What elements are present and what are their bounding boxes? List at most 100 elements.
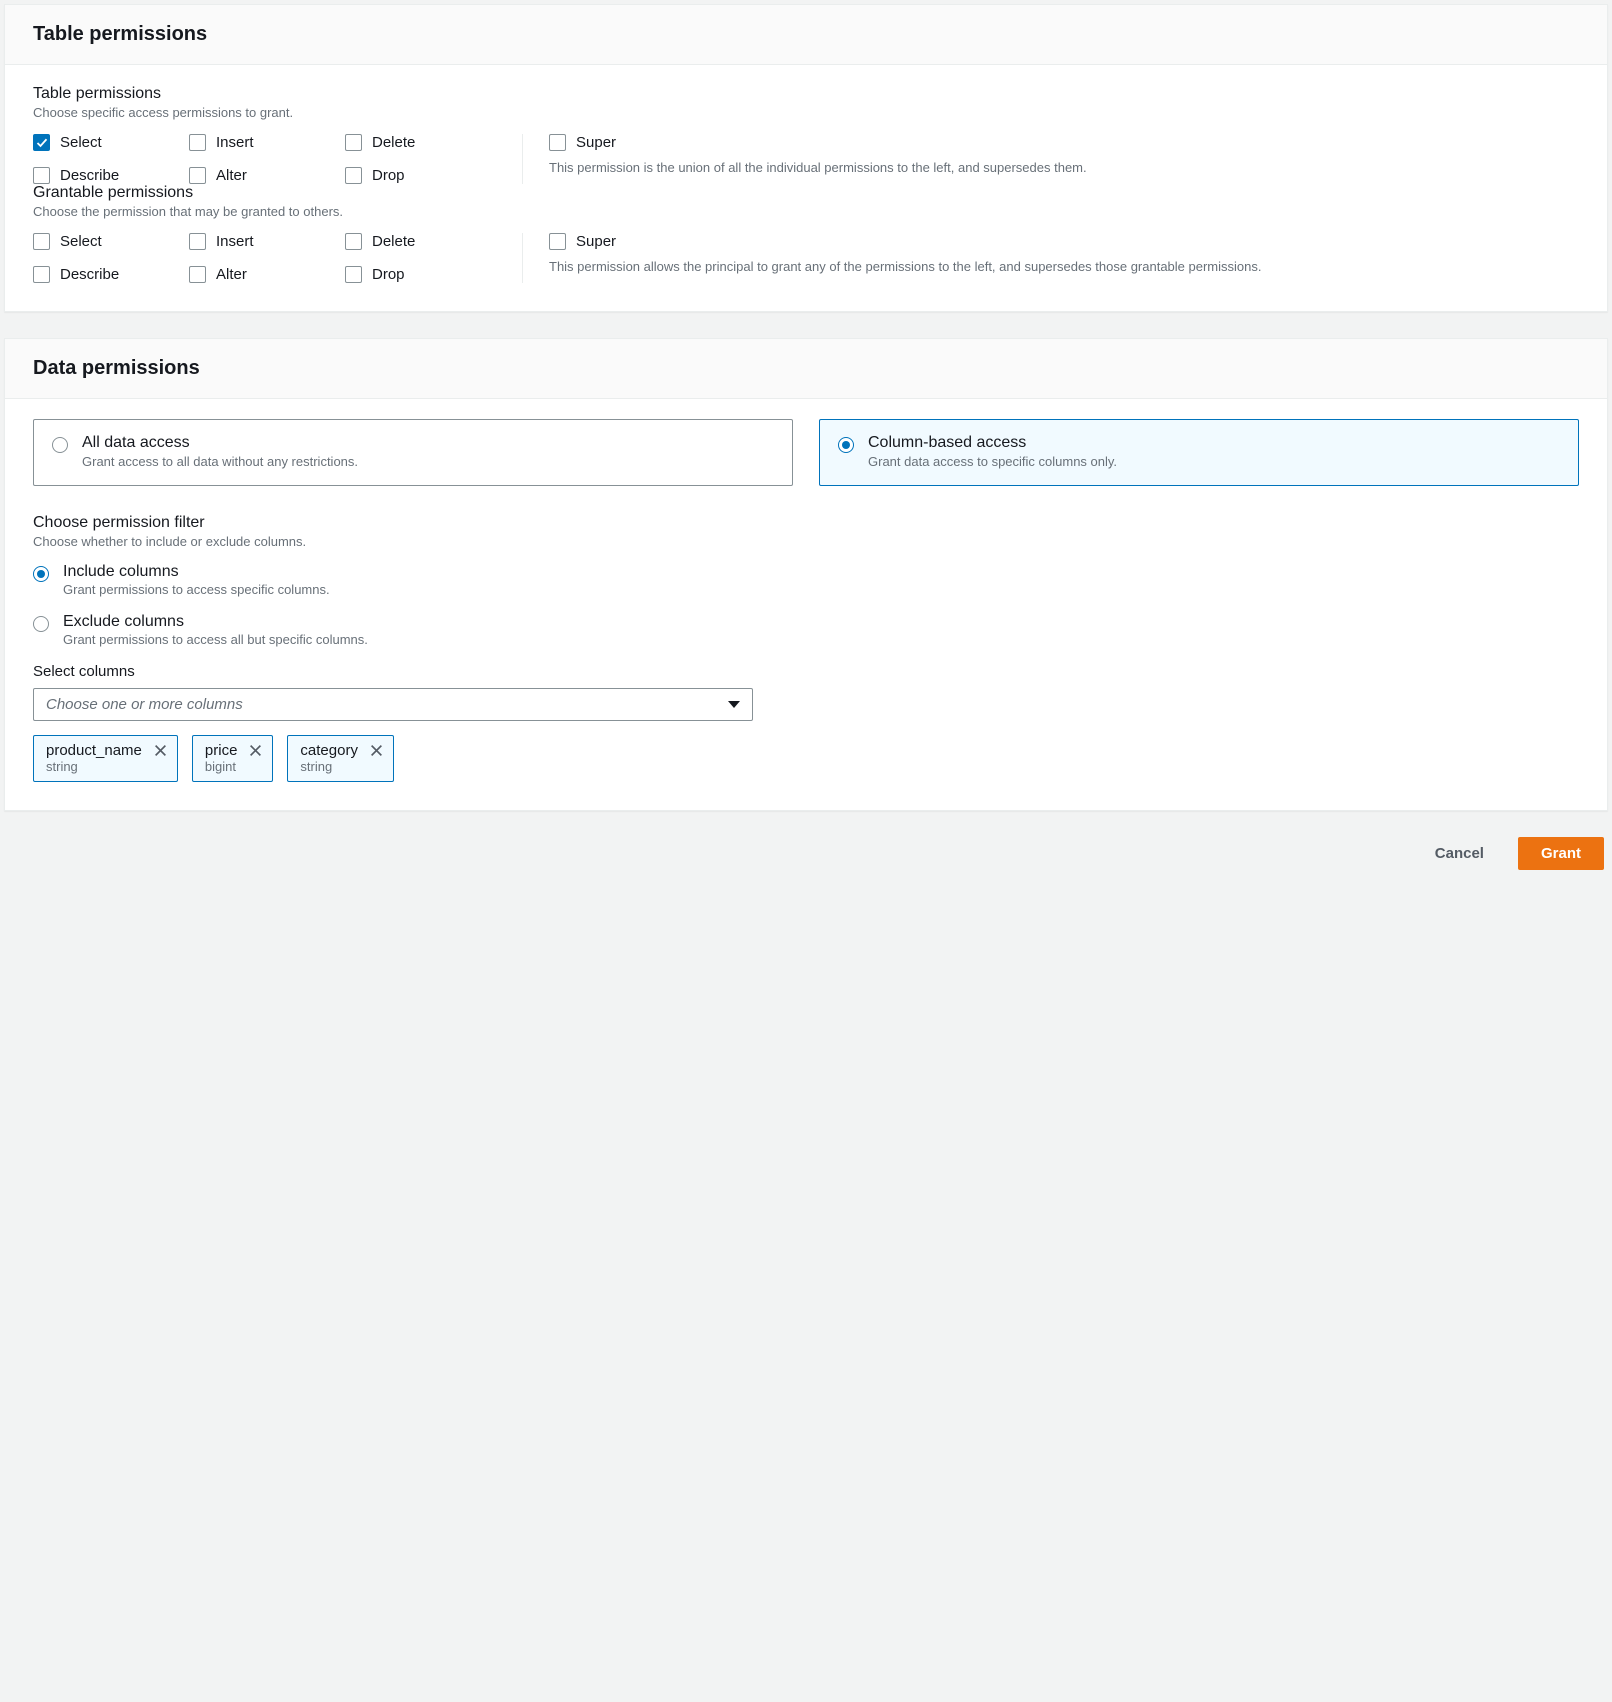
checkbox-label: Delete (372, 134, 415, 151)
checkbox-label: Alter (216, 167, 247, 184)
checkbox-icon (345, 266, 362, 283)
table-permissions-section: Table permissions Choose specific access… (33, 85, 1579, 184)
tile-column-based-access[interactable]: Column-based access Grant data access to… (819, 419, 1579, 486)
dropdown-placeholder: Choose one or more columns (46, 696, 243, 713)
checkbox-icon (189, 167, 206, 184)
checkbox-icon (345, 233, 362, 250)
radio-desc: Grant permissions to access all but spec… (63, 632, 368, 647)
select-columns-label: Select columns (33, 663, 1579, 680)
checkbox-label: Select (60, 134, 102, 151)
filter-desc: Choose whether to include or exclude col… (33, 534, 1579, 549)
checkbox-describe[interactable]: Describe (33, 167, 183, 184)
selected-column-tokens: product_name string price bigint categor… (33, 735, 1579, 782)
checkbox-label: Delete (372, 233, 415, 250)
radio-title: Include columns (63, 563, 330, 581)
checkbox-icon (33, 134, 50, 151)
super-desc: This permission is the union of all the … (549, 159, 1579, 178)
token-price: price bigint (192, 735, 274, 782)
section-title: Grantable permissions (33, 184, 1579, 202)
grantable-permissions-section: Grantable permissions Choose the permiss… (33, 184, 1579, 283)
token-name: price (205, 742, 238, 759)
checkbox-insert[interactable]: Insert (189, 134, 339, 151)
checkbox-label: Describe (60, 167, 119, 184)
checkbox-label: Super (576, 134, 616, 151)
table-permissions-grid: Select Insert Delete Describe (33, 134, 523, 184)
close-icon[interactable] (370, 744, 383, 760)
token-product-name: product_name string (33, 735, 178, 782)
checkbox-icon (33, 233, 50, 250)
checkbox-alter[interactable]: Alter (189, 167, 339, 184)
token-type: bigint (205, 759, 238, 774)
data-permissions-title: Data permissions (33, 357, 1579, 380)
token-name: category (300, 742, 358, 759)
data-permissions-panel: Data permissions All data access Grant a… (4, 338, 1608, 811)
checkbox-icon (189, 233, 206, 250)
data-permissions-header: Data permissions (5, 339, 1607, 399)
checkbox-icon (345, 134, 362, 151)
radio-title: Exclude columns (63, 613, 368, 631)
table-permissions-header: Table permissions (5, 5, 1607, 65)
section-title: Table permissions (33, 85, 1579, 103)
radio-icon (33, 616, 49, 632)
radio-icon (52, 437, 68, 453)
checkbox-delete[interactable]: Delete (345, 134, 495, 151)
checkbox-icon (549, 233, 566, 250)
tile-desc: Grant access to all data without any res… (82, 454, 358, 469)
checkbox-grant-drop[interactable]: Drop (345, 266, 495, 283)
token-type: string (300, 759, 358, 774)
table-permissions-title: Table permissions (33, 23, 1579, 46)
permission-filter-radios: Include columns Grant permissions to acc… (33, 563, 1579, 647)
radio-exclude-columns[interactable]: Exclude columns Grant permissions to acc… (33, 613, 1579, 647)
token-category: category string (287, 735, 394, 782)
checkbox-icon (189, 134, 206, 151)
super-grant-block: Super This permission allows the princip… (523, 233, 1579, 283)
checkbox-grant-alter[interactable]: Alter (189, 266, 339, 283)
checkbox-icon (189, 266, 206, 283)
tile-desc: Grant data access to specific columns on… (868, 454, 1117, 469)
checkbox-label: Describe (60, 266, 119, 283)
checkbox-icon (33, 167, 50, 184)
filter-title: Choose permission filter (33, 514, 1579, 532)
tile-title: Column-based access (868, 434, 1117, 452)
checkbox-grant-insert[interactable]: Insert (189, 233, 339, 250)
checkbox-grant-select[interactable]: Select (33, 233, 183, 250)
close-icon[interactable] (154, 744, 167, 760)
token-type: string (46, 759, 142, 774)
radio-icon (838, 437, 854, 453)
close-icon[interactable] (249, 744, 262, 760)
grant-button[interactable]: Grant (1518, 837, 1604, 870)
footer-actions: Cancel Grant (4, 837, 1608, 878)
access-type-tiles: All data access Grant access to all data… (33, 419, 1579, 486)
checkbox-label: Select (60, 233, 102, 250)
radio-desc: Grant permissions to access specific col… (63, 582, 330, 597)
checkbox-grant-delete[interactable]: Delete (345, 233, 495, 250)
token-name: product_name (46, 742, 142, 759)
super-permission-block: Super This permission is the union of al… (523, 134, 1579, 184)
checkbox-label: Alter (216, 266, 247, 283)
checkbox-label: Drop (372, 266, 405, 283)
checkbox-label: Super (576, 233, 616, 250)
checkbox-icon (345, 167, 362, 184)
tile-title: All data access (82, 434, 358, 452)
cancel-button[interactable]: Cancel (1413, 837, 1506, 870)
super-desc: This permission allows the principal to … (549, 258, 1579, 277)
caret-down-icon (728, 701, 740, 708)
section-desc: Choose specific access permissions to gr… (33, 105, 1579, 120)
checkbox-grant-super[interactable]: Super (549, 233, 1579, 250)
checkbox-icon (33, 266, 50, 283)
checkbox-drop[interactable]: Drop (345, 167, 495, 184)
section-desc: Choose the permission that may be grante… (33, 204, 1579, 219)
checkbox-label: Insert (216, 134, 254, 151)
checkbox-grant-describe[interactable]: Describe (33, 266, 183, 283)
tile-all-data-access[interactable]: All data access Grant access to all data… (33, 419, 793, 486)
checkbox-label: Drop (372, 167, 405, 184)
radio-icon (33, 566, 49, 582)
grantable-permissions-grid: Select Insert Delete Describe (33, 233, 523, 283)
checkbox-super[interactable]: Super (549, 134, 1579, 151)
radio-include-columns[interactable]: Include columns Grant permissions to acc… (33, 563, 1579, 597)
checkbox-icon (549, 134, 566, 151)
checkbox-select[interactable]: Select (33, 134, 183, 151)
table-permissions-panel: Table permissions Table permissions Choo… (4, 4, 1608, 312)
select-columns-dropdown[interactable]: Choose one or more columns (33, 688, 753, 721)
checkbox-label: Insert (216, 233, 254, 250)
